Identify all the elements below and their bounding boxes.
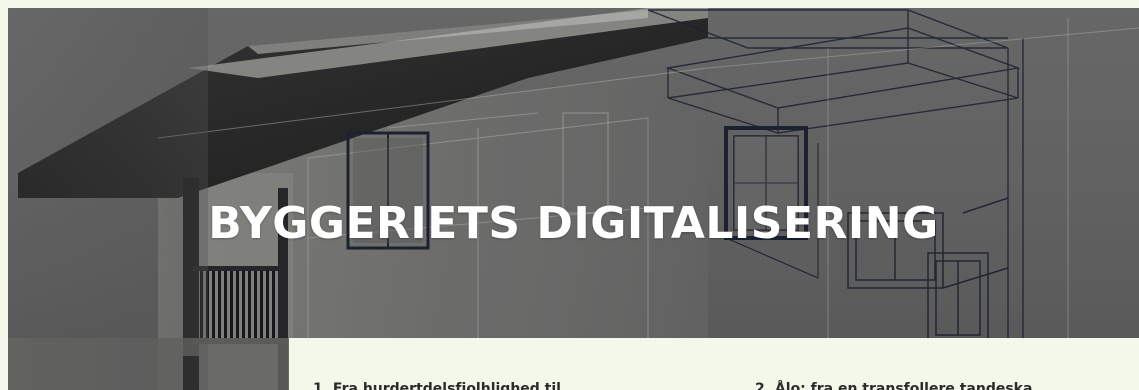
toc-item-2[interactable]: 2. Ålo: fra en transfollere tandeska... [755, 380, 1048, 390]
hero-banner: BYGGERIETS DIGITALISERING [8, 8, 1139, 390]
page: BYGGERIETS DIGITALISERING 1. Fra hurdert… [0, 0, 1139, 390]
toc-item-1[interactable]: 1. Fra hurdertdelsfjolhlighed til ... [313, 380, 582, 390]
content-card: 1. Fra hurdertdelsfjolhlighed til ... 2.… [289, 338, 1139, 390]
page-title: BYGGERIETS DIGITALISERING [208, 198, 939, 249]
